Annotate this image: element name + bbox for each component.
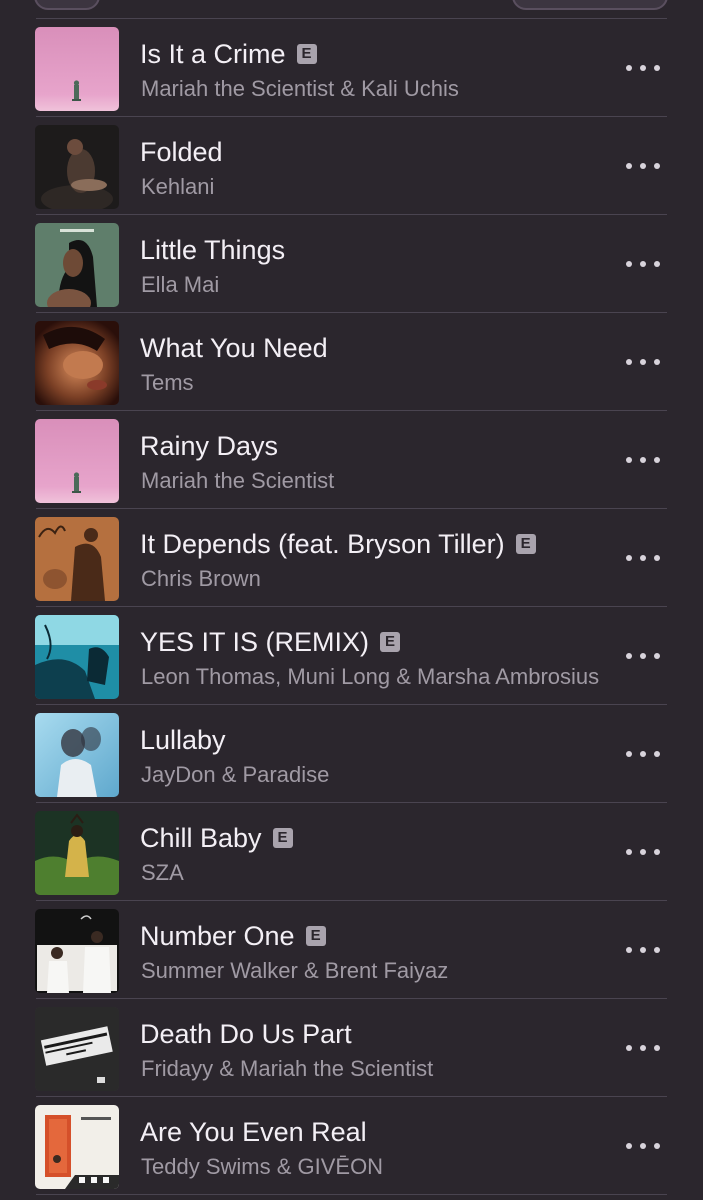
track-artist: Teddy Swims & GIVĒON: [141, 1154, 384, 1179]
track-title: Death Do Us Part: [140, 1019, 352, 1049]
album-artwork: [35, 419, 119, 503]
album-artwork: [35, 27, 119, 111]
more-options-icon[interactable]: [626, 748, 660, 760]
album-artwork: [35, 713, 119, 797]
track-artist: Kehlani: [141, 174, 215, 199]
track-title: What You Need: [140, 333, 328, 363]
track-title: Chill Baby: [140, 823, 262, 853]
explicit-badge: E: [272, 828, 293, 848]
album-artwork: [35, 321, 119, 405]
more-options-icon[interactable]: [626, 62, 660, 74]
track-row[interactable]: Little Things Ella Mai: [0, 214, 703, 312]
track-title: YES IT IS (REMIX): [140, 627, 370, 657]
track-title: It Depends (feat. Bryson Tiller): [140, 529, 505, 559]
track-artist: Leon Thomas, Muni Long & Marsha Ambrosiu…: [141, 664, 600, 689]
more-options-icon[interactable]: [626, 258, 660, 270]
more-options-icon[interactable]: [626, 944, 660, 956]
track-title: Are You Even Real: [140, 1117, 367, 1147]
track-row[interactable]: Chill Baby E SZA: [0, 802, 703, 900]
track-row[interactable]: Death Do Us Part Fridayy & Mariah the Sc…: [0, 998, 703, 1096]
list-divider: [36, 1194, 667, 1195]
track-artist: Fridayy & Mariah the Scientist: [141, 1056, 434, 1081]
track-artist: JayDon & Paradise: [141, 762, 330, 787]
track-title: Folded: [140, 137, 223, 167]
track-row[interactable]: Is It a Crime E Mariah the Scientist & K…: [0, 18, 703, 116]
track-artist: Mariah the Scientist: [141, 468, 335, 493]
track-row[interactable]: It Depends (feat. Bryson Tiller) E Chris…: [0, 508, 703, 606]
explicit-badge: E: [515, 534, 536, 554]
track-artist: Ella Mai: [141, 272, 220, 297]
explicit-badge: E: [305, 926, 326, 946]
more-options-icon[interactable]: [626, 846, 660, 858]
more-options-icon[interactable]: [626, 1042, 660, 1054]
track-row[interactable]: Rainy Days Mariah the Scientist: [0, 410, 703, 508]
track-row[interactable]: Lullaby JayDon & Paradise: [0, 704, 703, 802]
track-artist: Chris Brown: [141, 566, 261, 591]
album-artwork: [35, 615, 119, 699]
track-row[interactable]: Are You Even Real Teddy Swims & GIVĒON: [0, 1096, 703, 1194]
track-artist: Summer Walker & Brent Faiyaz: [141, 958, 449, 983]
album-artwork: [35, 1105, 119, 1189]
track-row[interactable]: What You Need Tems: [0, 312, 703, 410]
track-artist: Mariah the Scientist & Kali Uchis: [141, 76, 459, 101]
album-artwork: [35, 909, 119, 993]
more-options-icon[interactable]: [626, 160, 660, 172]
explicit-badge: E: [296, 44, 317, 64]
track-list: Is It a Crime E Mariah the Scientist & K…: [0, 18, 703, 1194]
track-row[interactable]: Number One E Summer Walker & Brent Faiya…: [0, 900, 703, 998]
more-options-icon[interactable]: [626, 552, 660, 564]
album-artwork: [35, 811, 119, 895]
album-artwork: [35, 223, 119, 307]
more-options-icon[interactable]: [626, 1140, 660, 1152]
track-artist: SZA: [141, 860, 184, 885]
track-artist: Tems: [141, 370, 194, 395]
track-title: Lullaby: [140, 725, 226, 755]
track-title: Rainy Days: [140, 431, 279, 461]
album-artwork: [35, 125, 119, 209]
more-options-icon[interactable]: [626, 454, 660, 466]
track-title: Is It a Crime: [140, 39, 286, 69]
top-right-button[interactable]: [512, 0, 668, 10]
explicit-badge: E: [380, 632, 401, 652]
top-left-button[interactable]: [34, 0, 100, 10]
track-row[interactable]: YES IT IS (REMIX) E Leon Thomas, Muni Lo…: [0, 606, 703, 704]
track-title: Little Things: [140, 235, 286, 265]
track-row[interactable]: Folded Kehlani: [0, 116, 703, 214]
more-options-icon[interactable]: [626, 650, 660, 662]
more-options-icon[interactable]: [626, 356, 660, 368]
track-title: Number One: [140, 921, 295, 951]
album-artwork: [35, 1007, 119, 1091]
album-artwork: [35, 517, 119, 601]
